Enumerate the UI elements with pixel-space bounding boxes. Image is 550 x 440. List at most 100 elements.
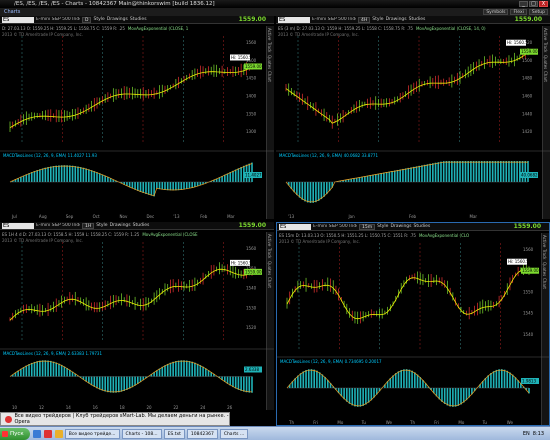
price-tag-label: 1559.00: [245, 64, 262, 69]
macd-study-label: MACDTwoLines (12, 26, 9, EMA) 40.0682 33…: [279, 153, 378, 158]
macd-study-label: MACDTwoLines (12, 26, 9, EMA) 2.63383 1.…: [3, 351, 102, 356]
minimize-button[interactable]: _: [519, 1, 528, 7]
window-title: /ES, /ES, /ES, /ES - Charts - 10842367 M…: [14, 1, 215, 7]
system-tray: EN 8:13: [523, 431, 550, 437]
price-chart: 15601555155015451540Hi: 1560.51559.001.9…: [277, 243, 549, 425]
x-tick-label: Nov: [120, 214, 128, 219]
macd-study-label: MACDTwoLines (12, 26, 9, EMA) 0.734695 0…: [280, 359, 382, 364]
y-tick-label: 1560: [523, 247, 534, 252]
taskbar: Пуск Все видео трейде... Charts - 108...…: [0, 426, 550, 440]
folder-icon[interactable]: [54, 429, 63, 438]
x-tick-label: 18: [120, 405, 126, 410]
top-tools: Symbols Flexi Setup: [483, 9, 548, 15]
x-tick-label: Th: [288, 420, 294, 425]
opera-icon[interactable]: [43, 429, 52, 438]
y-tick-label: 1550: [523, 289, 534, 294]
x-tick-label: 14: [66, 405, 72, 410]
language-indicator[interactable]: EN: [523, 431, 530, 437]
maximize-button[interactable]: □: [529, 1, 538, 7]
setup-button[interactable]: Setup: [528, 9, 548, 15]
x-tick-label: Feb: [200, 214, 208, 219]
x-tick-label: 20: [146, 405, 152, 410]
price-tag-label: 1559.00: [522, 268, 539, 273]
y-tick-label: 1540: [246, 286, 257, 291]
flexi-button[interactable]: Flexi: [510, 9, 527, 15]
x-tick-label: '13: [173, 214, 180, 219]
opera-icon: [5, 415, 12, 423]
clock: 8:13: [532, 430, 544, 437]
x-tick-label: 26: [227, 405, 233, 410]
x-tick-label: Fri: [313, 420, 318, 425]
x-tick-label: 22: [173, 405, 179, 410]
ema-line: [286, 269, 530, 320]
taskbar-item[interactable]: ES.txt: [163, 428, 185, 439]
x-tick-label: '13: [288, 214, 295, 219]
ie-icon[interactable]: [32, 429, 41, 438]
hi-label: Hi: 1560.5: [231, 55, 252, 60]
y-tick-label: 1440: [522, 111, 533, 116]
y-tick-label: 1350: [246, 111, 257, 116]
x-tick-label: Feb: [409, 214, 417, 219]
taskbar-item[interactable]: 10842367: [186, 428, 218, 439]
price-tag-label: 1559.00: [521, 49, 538, 54]
x-tick-label: Sep: [66, 214, 74, 219]
x-tick-label: Mo: [337, 420, 343, 425]
x-tick-label: Tu: [361, 420, 367, 425]
taskbar-item[interactable]: Charts - 108...: [121, 428, 162, 439]
taskbar-item[interactable]: Все видео трейде...: [64, 428, 120, 439]
price-chart: 152015001480146014401420Hi: 1560.51559.0…: [276, 36, 550, 219]
price-chart: 156015001450140013501300Hi: 1560.51559.0…: [0, 36, 274, 219]
close-button[interactable]: X: [539, 1, 548, 7]
start-button[interactable]: Пуск: [0, 427, 30, 440]
charts-tab[interactable]: Charts: [4, 9, 20, 15]
x-tick-label: 16: [93, 405, 99, 410]
y-tick-label: 1560: [246, 246, 257, 251]
y-tick-label: 1500: [522, 58, 533, 63]
chart-panel: ESE-mini S&P 500 Index Futur1HStyleDrawi…: [0, 222, 274, 412]
x-tick-label: Jan: [348, 214, 356, 219]
chart-panel: ESE-mini S&P 500 Index Futur4HStyleDrawi…: [276, 16, 550, 221]
y-tick-label: 1300: [246, 129, 257, 134]
x-tick-label: 10: [12, 405, 18, 410]
y-tick-label: 1540: [523, 332, 534, 337]
notification-bar[interactable]: Все видео трейдеров | Клуб трейдеров sMa…: [0, 412, 230, 426]
macd-value: 1.9813: [522, 379, 536, 384]
y-tick-label: 1560: [246, 40, 257, 45]
symbols-button[interactable]: Symbols: [483, 9, 509, 15]
y-tick-label: 1520: [246, 325, 257, 330]
notification-text: Все видео трейдеров | Клуб трейдеров sMa…: [14, 413, 229, 425]
x-tick-label: Oct: [93, 214, 100, 219]
hi-label: Hi: 1560.5: [231, 260, 252, 265]
x-tick-label: Mar: [470, 214, 478, 219]
y-tick-label: 1530: [246, 305, 257, 310]
chart-panel: ESE-mini S&P 500 Index Futur15mStyleDraw…: [276, 222, 550, 426]
x-tick-label: 12: [39, 405, 45, 410]
macd-value: 40.0682: [521, 173, 538, 178]
macd-study-label: MACDTwoLines (12, 26, 9, EMA) 11.4027 11…: [3, 153, 97, 158]
taskbar-item[interactable]: Charts ...: [219, 428, 249, 439]
x-tick-label: Mar: [227, 214, 235, 219]
y-tick-label: 1460: [522, 94, 533, 99]
y-tick-label: 1450: [246, 76, 257, 81]
y-tick-label: 1400: [246, 94, 257, 99]
y-tick-label: 1480: [522, 76, 533, 81]
macd-value: 2.6338: [245, 367, 259, 372]
hi-label: Hi: 1560.5: [508, 259, 529, 264]
hi-label: Hi: 1560.5: [507, 40, 528, 45]
macd-signal-line: [9, 163, 253, 197]
ema-line: [9, 268, 253, 321]
macd-value: 11.4027: [245, 173, 262, 178]
chart-panel: ESE-mini S&P 500 Index FuturDStyleDrawin…: [0, 16, 274, 221]
x-tick-label: Th: [409, 420, 415, 425]
x-tick-label: Jul: [11, 214, 17, 219]
price-chart: 15601550154015301520Hi: 1560.51559.002.6…: [0, 242, 274, 410]
x-tick-label: We: [507, 420, 514, 425]
ema-line: [9, 67, 253, 129]
ema-line: [285, 52, 529, 124]
x-tick-label: Aug: [39, 214, 47, 219]
price-tag-label: 1559.00: [245, 269, 262, 274]
y-tick-label: 1420: [522, 129, 533, 134]
x-tick-label: Tu: [482, 420, 488, 425]
x-tick-label: 24: [200, 405, 206, 410]
charts-tab-bar: Charts: [0, 8, 550, 16]
